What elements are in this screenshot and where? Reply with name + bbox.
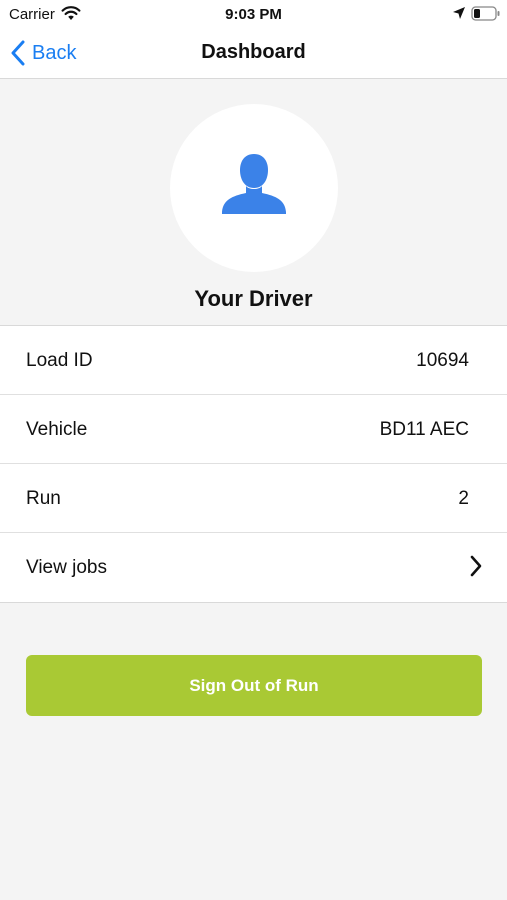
navigation-bar: Back Dashboard: [0, 28, 507, 79]
chevron-right-icon: [470, 555, 482, 577]
row-value: 10694: [416, 350, 469, 371]
details-list: Load ID 10694 Vehicle BD11 AEC Run 2 Vie…: [0, 325, 507, 603]
driver-name: Your Driver: [194, 286, 313, 311]
row-label: View jobs: [26, 557, 107, 578]
avatar: [170, 104, 338, 272]
row-value: BD11 AEC: [379, 419, 469, 440]
person-icon: [222, 154, 286, 214]
battery-icon: [471, 6, 500, 21]
location-arrow-icon: [453, 7, 465, 19]
vehicle-row: Vehicle BD11 AEC: [0, 395, 507, 464]
status-bar: Carrier 9:03 PM: [0, 0, 507, 28]
load-id-row: Load ID 10694: [0, 326, 507, 395]
row-label: Load ID: [26, 350, 93, 371]
row-value: 2: [458, 488, 469, 509]
screen: Carrier 9:03 PM Back Dashboard Your Driv…: [0, 0, 507, 900]
status-time: 9:03 PM: [225, 6, 282, 23]
driver-profile: Your Driver: [0, 79, 507, 325]
sign-out-of-run-button[interactable]: Sign Out of Run: [26, 655, 482, 716]
view-jobs-row[interactable]: View jobs: [0, 533, 507, 602]
page-title: Dashboard: [201, 41, 306, 63]
run-row: Run 2: [0, 464, 507, 533]
sign-out-label: Sign Out of Run: [189, 675, 319, 695]
row-label: Vehicle: [26, 419, 88, 440]
row-label: Run: [26, 488, 61, 509]
